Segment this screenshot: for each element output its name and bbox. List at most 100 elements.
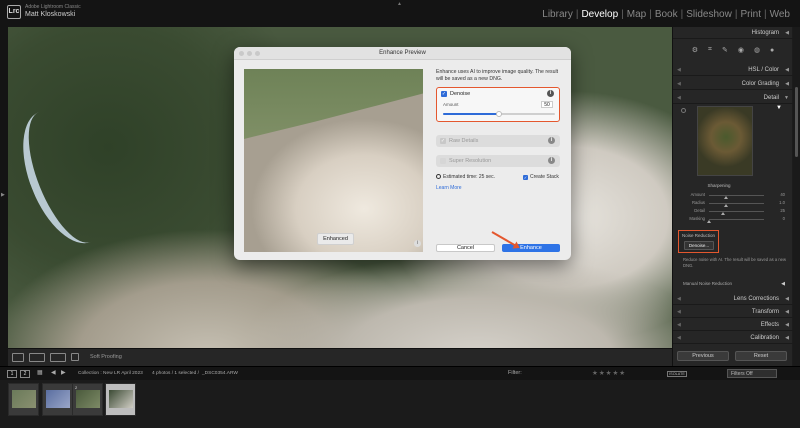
expand-left-icon[interactable]: ▶ (1, 192, 5, 198)
sharpening-detail-row[interactable]: Detail 25 (679, 208, 789, 215)
transform-header[interactable]: ◀ Transform ◀ (673, 306, 793, 318)
module-slideshow[interactable]: Slideshow (683, 9, 735, 20)
detail-target-icon[interactable] (681, 108, 686, 113)
minimize-window-icon[interactable] (247, 51, 252, 56)
grid-view-icon[interactable]: ▦ (37, 369, 43, 376)
slider-track[interactable] (709, 203, 764, 207)
enhance-button[interactable]: Enhance (502, 244, 560, 252)
amount-slider-thumb[interactable] (496, 111, 502, 117)
manual-noise-reduction-label: Manual Noise Reduction (683, 281, 733, 286)
secondary-window-1-button[interactable]: 1 (7, 370, 17, 378)
super-resolution-label: Super Resolution (449, 158, 492, 164)
super-resolution-info-icon[interactable]: i (548, 157, 555, 164)
detail-header[interactable]: ◀ Detail ▼ (673, 92, 793, 104)
filters-off-select[interactable]: Filters Off (727, 369, 777, 378)
cancel-button[interactable]: Cancel (436, 244, 495, 252)
edit-sliders-icon[interactable]: ⚙ (692, 46, 698, 54)
raw-details-info-icon[interactable]: i (548, 137, 555, 144)
before-after-icon[interactable] (29, 353, 45, 362)
healing-icon[interactable]: ✎ (722, 46, 728, 54)
current-filename[interactable]: _DSC0354.ARW (202, 371, 238, 376)
raw-details-option: ✓ Raw Details i (436, 135, 560, 147)
compare-view-icon[interactable] (50, 353, 66, 362)
module-develop[interactable]: Develop (578, 9, 621, 20)
crop-icon[interactable]: ⌗ (708, 46, 712, 54)
slider-track[interactable] (707, 219, 764, 223)
soft-proofing-checkbox[interactable] (71, 353, 79, 361)
filmstrip-thumb[interactable]: 2 (72, 383, 103, 416)
histogram-header[interactable]: Histogram ◀ (673, 27, 793, 39)
enhance-preview-image[interactable] (244, 69, 423, 252)
module-map[interactable]: Map (624, 9, 649, 20)
manual-noise-reduction-toggle[interactable]: Manual Noise Reduction ◀ (673, 279, 793, 289)
enhance-preview-dialog: Enhance Preview Enhanced i Enhance uses … (234, 47, 571, 260)
thumb-image (76, 390, 100, 408)
lens-corrections-header[interactable]: ◀ Lens Corrections ◀ (673, 293, 793, 305)
sharpening-masking-row[interactable]: Masking 0 (679, 216, 789, 223)
enhanced-toggle-button[interactable]: Enhanced (317, 233, 354, 245)
slider-knob[interactable] (723, 204, 728, 207)
masking-icon[interactable]: ◍ (754, 46, 760, 54)
previous-button[interactable]: Previous (677, 351, 729, 361)
slider-value[interactable]: 0 (769, 216, 785, 221)
learn-more-link[interactable]: Learn More (436, 185, 462, 191)
sharpening-amount-row[interactable]: Amount 40 (679, 192, 789, 199)
super-resolution-option: Super Resolution i (436, 155, 560, 167)
collapse-histogram-icon[interactable]: ◀ (785, 27, 789, 39)
slider-value[interactable]: 1.0 (769, 200, 785, 205)
preview-info-icon[interactable]: i (414, 240, 421, 247)
scrollbar-thumb[interactable] (795, 87, 798, 157)
zoom-window-icon[interactable] (255, 51, 260, 56)
effects-header[interactable]: ◀ Effects ◀ (673, 319, 793, 331)
sharpening-title: Sharpening (707, 183, 731, 188)
slider-knob[interactable] (720, 212, 725, 215)
collapse-top-icon[interactable]: ▲ (397, 1, 402, 7)
slider-track[interactable] (709, 211, 764, 215)
detail-preview-toggle-icon[interactable]: ▼ (776, 105, 782, 111)
red-eye-icon[interactable]: ◉ (738, 46, 744, 54)
left-panel-collapsed[interactable]: ▶ (0, 27, 8, 366)
reset-button[interactable]: Reset (735, 351, 787, 361)
loupe-view-icon[interactable] (12, 353, 24, 362)
denoise-checkbox[interactable]: ✓ (441, 91, 447, 97)
expand-manual-nr-icon[interactable]: ◀ (781, 279, 785, 289)
hsl-color-header[interactable]: ◀ HSL / Color ◀ (673, 64, 793, 76)
module-print[interactable]: Print (737, 9, 764, 20)
close-window-icon[interactable] (239, 51, 244, 56)
source-label[interactable]: Collection : New LR April 2023 (78, 371, 143, 376)
secondary-window-2-button[interactable]: 2 (20, 370, 30, 378)
module-web[interactable]: Web (767, 9, 793, 20)
filmstrip-thumb[interactable] (8, 383, 39, 416)
denoise-button[interactable]: Denoise... (684, 241, 714, 250)
slider-track[interactable] (709, 195, 764, 199)
develop-tool-strip: ⚙ ⌗ ✎ ◉ ◍ ● (673, 43, 793, 57)
slider-value[interactable]: 40 (769, 192, 785, 197)
create-stack-option[interactable]: ✓ Create Stack (523, 174, 559, 180)
filmstrip-thumb[interactable] (42, 383, 73, 416)
color-grading-header[interactable]: ◀ Color Grading ◀ (673, 78, 793, 90)
forward-arrow-icon[interactable]: ▶ (61, 369, 66, 376)
filmstrip-thumb-selected[interactable] (105, 383, 136, 416)
create-stack-checkbox[interactable]: ✓ (523, 175, 528, 180)
slider-knob[interactable] (707, 220, 711, 223)
slider-knob[interactable] (723, 196, 728, 199)
transform-label: Transform (751, 309, 779, 315)
super-resolution-checkbox (440, 158, 446, 164)
slider-value[interactable]: 25 (769, 208, 785, 213)
image-toolbar: Soft Proofing (8, 348, 672, 366)
rating-filter[interactable]: ★★★★★ (592, 369, 626, 377)
module-book[interactable]: Book (652, 9, 681, 20)
sharpening-radius-row[interactable]: Radius 1.0 (679, 200, 789, 207)
back-arrow-icon[interactable]: ◀ (51, 369, 56, 376)
brand-label: Adobe Lightroom Classic (25, 4, 81, 10)
slider-label: Masking (689, 216, 705, 221)
right-panel-scrollbar[interactable] (793, 27, 800, 366)
denoise-info-icon[interactable]: i (547, 90, 554, 97)
module-library[interactable]: Library (539, 9, 576, 20)
presets-icon[interactable]: ● (770, 47, 774, 54)
calibration-header[interactable]: ◀ Calibration ◀ (673, 332, 793, 344)
amount-slider[interactable] (443, 111, 555, 117)
amount-value-field[interactable]: 50 (541, 101, 553, 108)
color-filter[interactable]: ISOLATE (667, 371, 687, 377)
detail-preview-thumbnail[interactable] (697, 106, 753, 176)
